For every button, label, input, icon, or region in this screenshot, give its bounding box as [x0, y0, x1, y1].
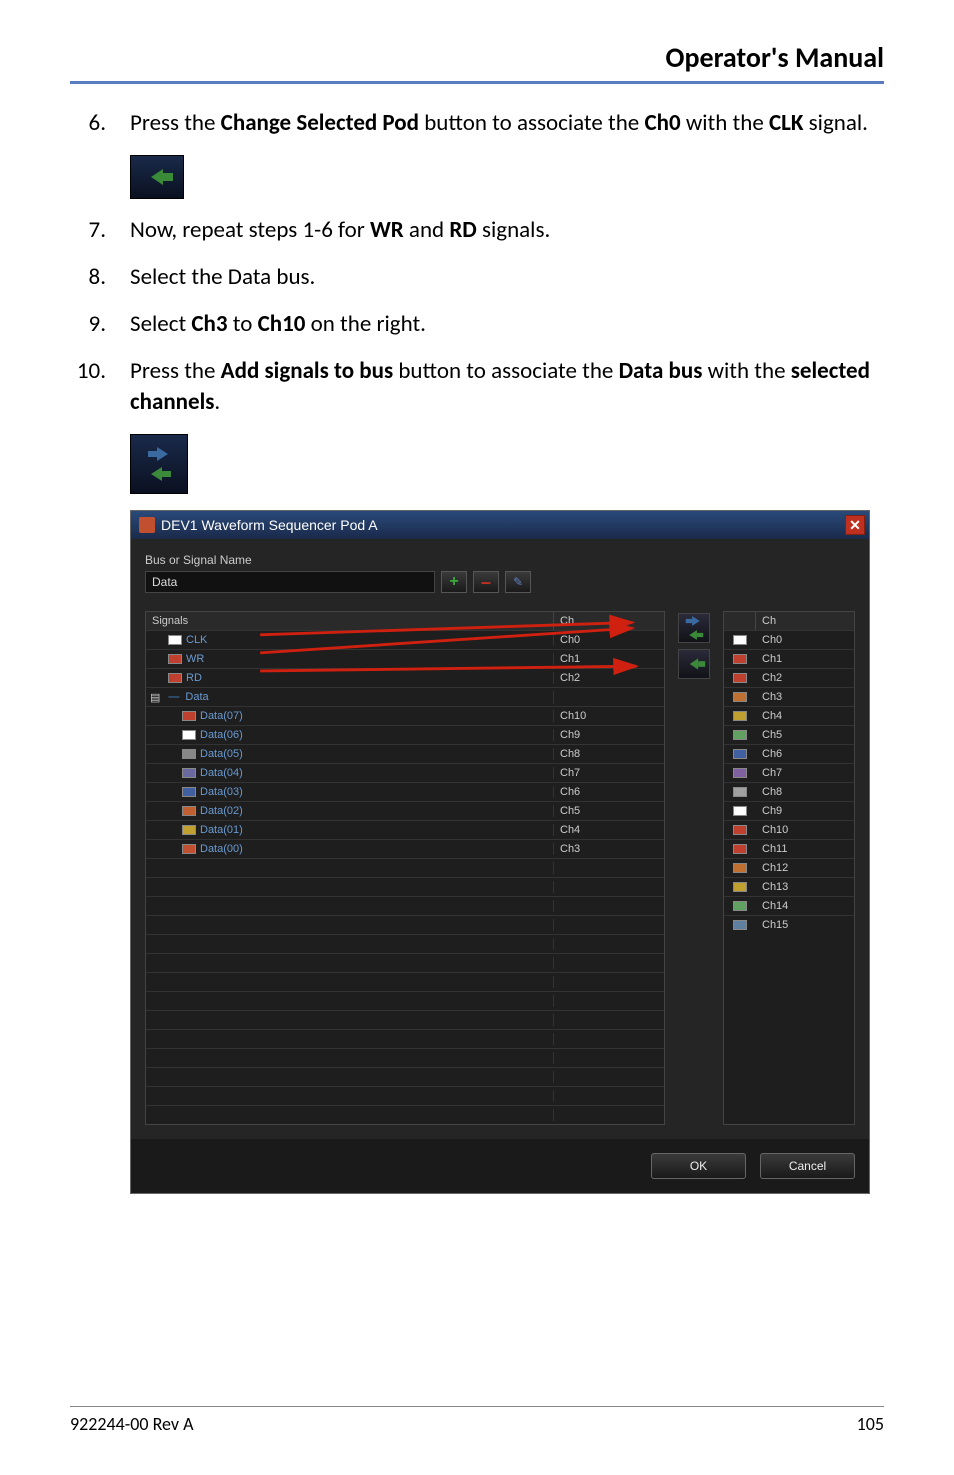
step-6: 6. Press the Change Selected Pod button …	[70, 108, 884, 139]
step-8: 8. Select the Data bus.	[70, 262, 884, 293]
channel-row[interactable]: Ch12	[724, 858, 854, 877]
swatch-header	[724, 612, 756, 630]
channel-row[interactable]: Ch4	[724, 706, 854, 725]
channels-table[interactable]: Ch Ch0Ch1Ch2Ch3Ch4Ch5Ch6Ch7Ch8Ch9Ch10Ch1…	[723, 611, 855, 1125]
empty-row	[146, 858, 664, 877]
channel-row[interactable]: Ch1	[724, 649, 854, 668]
dialog-titlebar: DEV1 Waveform Sequencer Pod A ✕	[131, 511, 869, 539]
channel-row[interactable]: Ch3	[724, 687, 854, 706]
signal-row[interactable]: Data(07)Ch10	[146, 706, 664, 725]
waveform-sequencer-dialog: DEV1 Waveform Sequencer Pod A ✕ Bus or S…	[130, 510, 870, 1194]
signals-header: Signals	[146, 612, 554, 630]
step-number: 7.	[70, 215, 130, 246]
signal-row[interactable]: Data(03)Ch6	[146, 782, 664, 801]
channel-row[interactable]: Ch7	[724, 763, 854, 782]
channel-row[interactable]: Ch9	[724, 801, 854, 820]
step-number: 6.	[70, 108, 130, 139]
edit-bus-button[interactable]: ✎	[505, 571, 531, 593]
step-number: 8.	[70, 262, 130, 293]
step-text: Select Ch3 to Ch10 on the right.	[130, 309, 884, 340]
bus-name-input[interactable]	[145, 571, 435, 593]
remove-bus-button[interactable]: –	[473, 571, 499, 593]
close-button[interactable]: ✕	[845, 515, 865, 535]
empty-row	[146, 1048, 664, 1067]
signal-row[interactable]: Data(06)Ch9	[146, 725, 664, 744]
ch-header: Ch	[756, 612, 854, 630]
empty-row	[146, 896, 664, 915]
footer-right: 105	[857, 1413, 884, 1435]
channel-row[interactable]: Ch10	[724, 820, 854, 839]
page-header: Operator's Manual	[70, 40, 884, 84]
step-10: 10. Press the Add signals to bus button …	[70, 356, 884, 418]
add-bus-button[interactable]: +	[441, 571, 467, 593]
step-text: Now, repeat steps 1-6 for WR and RD sign…	[130, 215, 884, 246]
signal-row[interactable]: RDCh2	[146, 668, 664, 687]
add-signals-button-image	[130, 434, 188, 494]
signal-row[interactable]: Data(02)Ch5	[146, 801, 664, 820]
step-7: 7. Now, repeat steps 1-6 for WR and RD s…	[70, 215, 884, 246]
ch-header: Ch	[554, 612, 664, 630]
empty-row	[146, 991, 664, 1010]
change-selected-pod-button[interactable]	[678, 649, 710, 679]
empty-row	[146, 877, 664, 896]
signal-row[interactable]: Data(00)Ch3	[146, 839, 664, 858]
empty-row	[146, 934, 664, 953]
channel-row[interactable]: Ch5	[724, 725, 854, 744]
channel-row[interactable]: Ch13	[724, 877, 854, 896]
bus-name-label: Bus or Signal Name	[145, 553, 855, 567]
page-footer: 922244-00 Rev A 105	[70, 1406, 884, 1435]
empty-row	[146, 915, 664, 934]
change-pod-button-image	[130, 155, 184, 199]
channel-row[interactable]: Ch15	[724, 915, 854, 934]
channel-row[interactable]: Ch14	[724, 896, 854, 915]
dialog-title: DEV1 Waveform Sequencer Pod A	[161, 517, 378, 533]
channel-row[interactable]: Ch6	[724, 744, 854, 763]
empty-row	[146, 1067, 664, 1086]
step-number: 9.	[70, 309, 130, 340]
empty-row	[146, 953, 664, 972]
step-9: 9. Select Ch3 to Ch10 on the right.	[70, 309, 884, 340]
signal-row[interactable]: Data(05)Ch8	[146, 744, 664, 763]
signals-table[interactable]: Signals Ch CLKCh0WRCh1RDCh2▤—DataData(07…	[145, 611, 665, 1125]
step-number: 10.	[70, 356, 130, 418]
signal-row[interactable]: WRCh1	[146, 649, 664, 668]
ok-button[interactable]: OK	[651, 1153, 746, 1179]
channel-row[interactable]: Ch8	[724, 782, 854, 801]
footer-left: 922244-00 Rev A	[70, 1413, 194, 1435]
empty-row	[146, 1029, 664, 1048]
channel-row[interactable]: Ch0	[724, 630, 854, 649]
empty-row	[146, 1086, 664, 1105]
empty-row	[146, 972, 664, 991]
add-signals-to-bus-button[interactable]	[678, 613, 710, 643]
signal-row[interactable]: Data(04)Ch7	[146, 763, 664, 782]
signal-row[interactable]: Data(01)Ch4	[146, 820, 664, 839]
app-icon	[139, 517, 155, 533]
channel-row[interactable]: Ch11	[724, 839, 854, 858]
step-text: Select the Data bus.	[130, 262, 884, 293]
cancel-button[interactable]: Cancel	[760, 1153, 855, 1179]
signal-row[interactable]: ▤—Data	[146, 687, 664, 706]
channel-row[interactable]: Ch2	[724, 668, 854, 687]
step-text: Press the Add signals to bus button to a…	[130, 356, 884, 418]
empty-row	[146, 1010, 664, 1029]
step-text: Press the Change Selected Pod button to …	[130, 108, 884, 139]
signal-row[interactable]: CLKCh0	[146, 630, 664, 649]
empty-row	[146, 1105, 664, 1124]
